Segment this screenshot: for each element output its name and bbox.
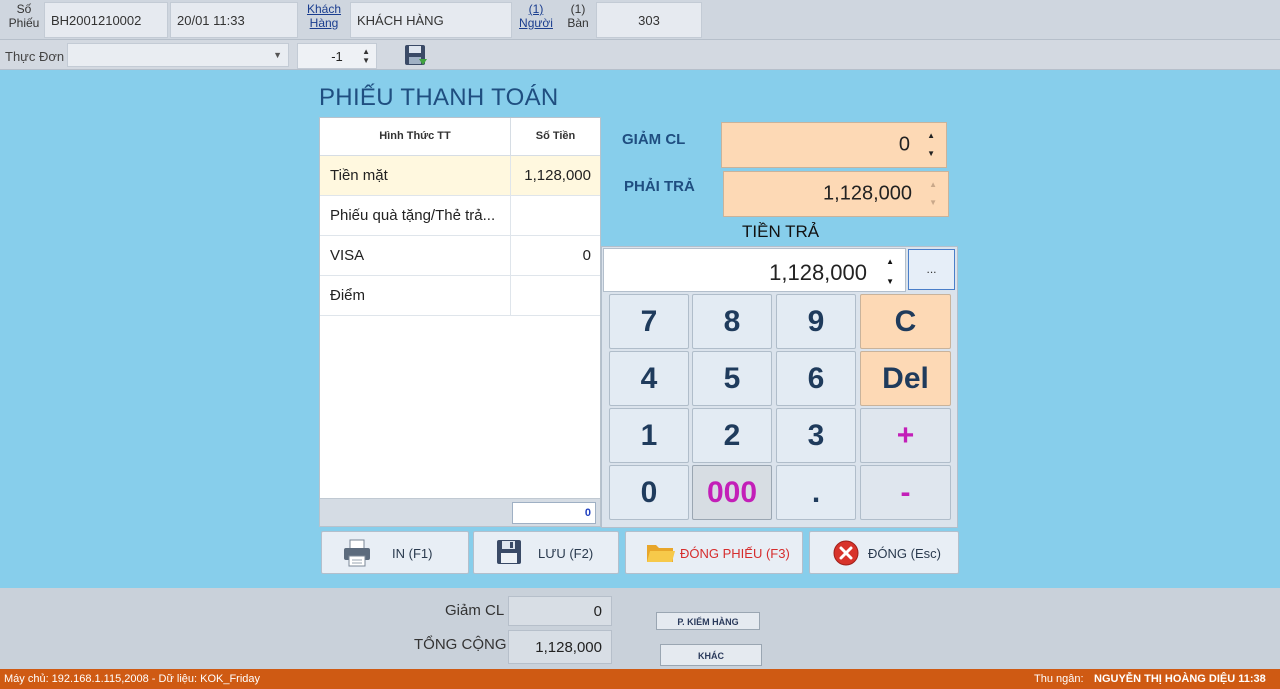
tab-kiem-hang[interactable]: P. KIỂM HÀNG — [656, 612, 760, 630]
status-bar: Máy chủ: 192.168.1.115,2008 - Dữ liệu: K… — [0, 669, 1280, 689]
spin-down-icon: ▼ — [929, 198, 937, 207]
grid-header: Hình Thức TT Số Tiền — [320, 118, 600, 156]
key-6[interactable]: 6 — [776, 351, 856, 406]
spin-down-icon[interactable]: ▼ — [362, 57, 370, 65]
menu-spin[interactable]: -1 ▲ ▼ — [297, 43, 377, 69]
menu-bar: Thực Đơn ▼ -1 ▲ ▼ — [0, 40, 1280, 70]
folder-icon — [647, 545, 675, 562]
grid-footer: 0 — [320, 498, 600, 526]
col-header-method[interactable]: Hình Thức TT — [320, 118, 511, 155]
nguoi-link[interactable]: (1) Người — [516, 2, 556, 30]
spin-up-icon[interactable]: ▲ — [927, 132, 935, 140]
dialog-title: PHIẾU THANH TOÁN — [319, 84, 559, 111]
khach-hang-field[interactable]: KHÁCH HÀNG — [350, 2, 512, 38]
key-7[interactable]: 7 — [609, 294, 689, 349]
datetime-field[interactable]: 20/01 11:33 — [170, 2, 298, 38]
col-header-amount[interactable]: Số Tiền — [511, 118, 600, 155]
row-amount[interactable]: 1,128,000 — [511, 156, 600, 196]
thuc-don-label: Thực Đơn — [5, 49, 65, 64]
key-3[interactable]: 3 — [776, 408, 856, 463]
menu-spin-value: -1 — [331, 49, 343, 64]
grid-footer-total: 0 — [512, 502, 596, 524]
table-row[interactable]: Điểm — [320, 276, 600, 316]
nguoi-count: (1) — [528, 2, 544, 16]
cashier-value: NGUYỄN THỊ HOÀNG DIỆU 11:38 — [1094, 673, 1266, 685]
thuc-don-combo[interactable]: ▼ — [67, 43, 289, 67]
key-minus[interactable]: - — [860, 465, 951, 520]
row-method: VISA — [320, 236, 511, 276]
save-label: LƯU (F2) — [538, 546, 594, 561]
khach-hang-link[interactable]: Khách Hàng — [304, 2, 344, 30]
row-amount[interactable] — [511, 196, 600, 236]
close-bill-label: ĐÓNG PHIẾU (F3) — [680, 546, 790, 561]
key-9[interactable]: 9 — [776, 294, 856, 349]
row-amount[interactable] — [511, 276, 600, 316]
tab-khac[interactable]: KHÁC — [660, 644, 762, 666]
cashier-label: Thu ngân: — [1034, 673, 1084, 685]
server-info: Máy chủ: 192.168.1.115,2008 - Dữ liệu: K… — [4, 673, 261, 685]
tong-cong-value: 1,128,000 — [508, 630, 612, 664]
row-method: Phiếu quà tặng/Thẻ trả... — [320, 196, 511, 236]
ban-label: Bàn — [567, 16, 589, 30]
spin-down-icon[interactable]: ▼ — [886, 278, 894, 286]
close-label: ĐÓNG (Esc) — [868, 546, 941, 561]
key-plus[interactable]: + — [860, 408, 951, 463]
close-button[interactable]: ĐÓNG (Esc) — [809, 531, 959, 574]
row-method: Điểm — [320, 276, 511, 316]
spin-up-icon[interactable]: ▲ — [886, 258, 894, 266]
key-0[interactable]: 0 — [609, 465, 689, 520]
key-4[interactable]: 4 — [609, 351, 689, 406]
print-button[interactable]: IN (F1) — [321, 531, 469, 574]
save-button[interactable]: LƯU (F2) — [473, 531, 619, 574]
key-delete[interactable]: Del — [860, 351, 951, 406]
giam-cl-field[interactable]: 0 ▲ ▼ — [721, 122, 947, 168]
spin-up-icon: ▲ — [929, 180, 937, 189]
printer-icon — [344, 539, 370, 567]
chevron-down-icon: ▼ — [273, 50, 282, 60]
ban-field[interactable]: 303 — [596, 2, 702, 38]
nguoi-label: Người — [519, 16, 553, 30]
row-method: Tiền mặt — [320, 156, 511, 196]
key-triple-zero[interactable]: 000 — [692, 465, 772, 520]
tien-tra-value: 1,128,000 — [769, 260, 867, 285]
key-clear[interactable]: C — [860, 294, 951, 349]
top-bar: Số Phiếu BH2001210002 20/01 11:33 Khách … — [0, 0, 1280, 40]
so-phieu-label: Số Phiếu — [8, 2, 40, 30]
table-row[interactable]: Tiền mặt 1,128,000 — [320, 156, 600, 196]
bottom-giam-cl-label: Giảm CL — [445, 602, 505, 619]
close-bill-button[interactable]: ĐÓNG PHIẾU (F3) — [625, 531, 803, 574]
phai-tra-value: 1,128,000 — [823, 182, 912, 205]
bottom-summary: Giảm CL 0 TỔNG CỘNG 1,128,000 P. KIỂM HÀ… — [0, 588, 1280, 669]
key-decimal[interactable]: . — [776, 465, 856, 520]
print-label: IN (F1) — [392, 546, 433, 561]
key-5[interactable]: 5 — [692, 351, 772, 406]
table-row[interactable]: Phiếu quà tặng/Thẻ trả... — [320, 196, 600, 236]
so-phieu-field[interactable]: BH2001210002 — [44, 2, 168, 38]
floppy-icon — [497, 540, 521, 564]
spin-up-icon[interactable]: ▲ — [362, 48, 370, 56]
tien-tra-label: TIỀN TRẢ — [742, 222, 820, 241]
spin-down-icon[interactable]: ▼ — [927, 150, 935, 158]
row-amount[interactable]: 0 — [511, 236, 600, 276]
key-2[interactable]: 2 — [692, 408, 772, 463]
tien-tra-input[interactable]: 1,128,000 ▲ ▼ — [603, 248, 906, 292]
key-1[interactable]: 1 — [609, 408, 689, 463]
table-row[interactable]: VISA 0 — [320, 236, 600, 276]
giam-cl-label: GIẢM CL — [622, 131, 686, 148]
phai-tra-field: 1,128,000 ▲ ▼ — [723, 171, 949, 217]
tong-cong-label: TỔNG CỘNG — [414, 636, 507, 653]
phai-tra-label: PHẢI TRẢ — [624, 178, 695, 195]
more-button[interactable]: ... — [908, 249, 955, 290]
bottom-giam-cl-value: 0 — [508, 596, 612, 626]
giam-cl-value: 0 — [898, 133, 910, 156]
ban-count: (1) — [570, 2, 586, 16]
save-icon[interactable] — [404, 44, 428, 68]
payment-grid[interactable]: Hình Thức TT Số Tiền Tiền mặt 1,128,000 … — [319, 117, 601, 527]
key-8[interactable]: 8 — [692, 294, 772, 349]
ban-label-group: (1) Bàn — [563, 2, 593, 30]
close-icon — [833, 540, 859, 566]
